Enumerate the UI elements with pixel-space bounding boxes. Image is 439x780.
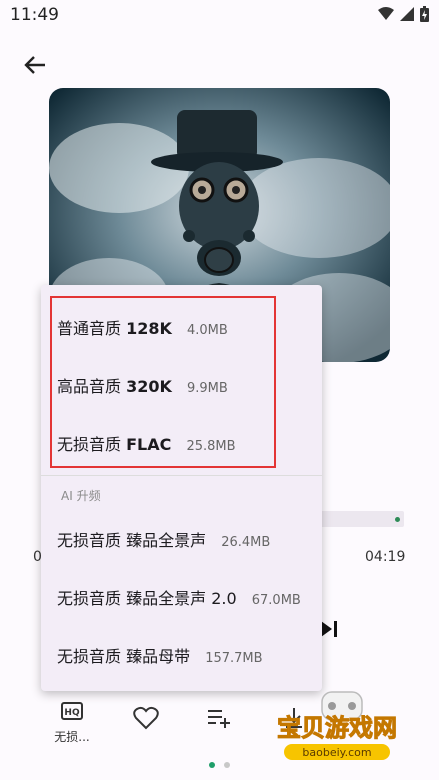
back-button[interactable]	[20, 50, 50, 80]
total-time: 04:19	[365, 549, 406, 565]
quality-option-high[interactable]: 高品音质 320K 9.9MB	[57, 373, 228, 397]
status-bar: 11:49	[0, 0, 439, 30]
playlist-add-icon	[208, 710, 230, 728]
quality-option-standard[interactable]: 普通音质 128K 4.0MB	[57, 315, 228, 339]
wifi-icon	[378, 7, 394, 20]
ai-section-label: AI 升频	[61, 489, 101, 503]
page-dot-active	[209, 762, 215, 768]
progress-bar[interactable]	[320, 511, 404, 527]
svg-text:HQ: HQ	[64, 708, 80, 718]
heart-icon	[133, 706, 159, 730]
quality-option-ai-spatial-2[interactable]: 无损音质 臻品全景声 2.0 67.0MB	[57, 585, 301, 609]
progress-indicator-dot	[395, 517, 400, 522]
add-to-playlist-button[interactable]	[206, 708, 232, 732]
svg-text:baobeiy.com: baobeiy.com	[302, 746, 371, 759]
quality-label: 无损...	[54, 730, 90, 744]
page-dot	[224, 762, 230, 768]
quality-menu: 普通音质 128K 4.0MB 高品音质 320K 9.9MB 无损音质 FLA…	[41, 285, 322, 691]
favorite-button[interactable]	[133, 706, 159, 734]
quality-button[interactable]: HQ 无损...	[50, 702, 94, 745]
quality-option-lossless[interactable]: 无损音质 FLAC 25.8MB	[57, 431, 236, 455]
arrow-left-icon	[24, 56, 45, 74]
signal-icon	[400, 7, 414, 21]
hq-icon: HQ	[61, 702, 83, 720]
svg-text:宝贝游戏网: 宝贝游戏网	[277, 714, 397, 742]
watermark-logo: 宝贝游戏网 baobeiy.com	[262, 690, 412, 770]
menu-divider	[41, 475, 322, 476]
quality-option-ai-master[interactable]: 无损音质 臻品母带 157.7MB	[57, 643, 263, 667]
battery-icon	[420, 6, 429, 22]
quality-option-ai-spatial[interactable]: 无损音质 臻品全景声 26.4MB	[57, 527, 270, 551]
status-time: 11:49	[10, 5, 59, 25]
